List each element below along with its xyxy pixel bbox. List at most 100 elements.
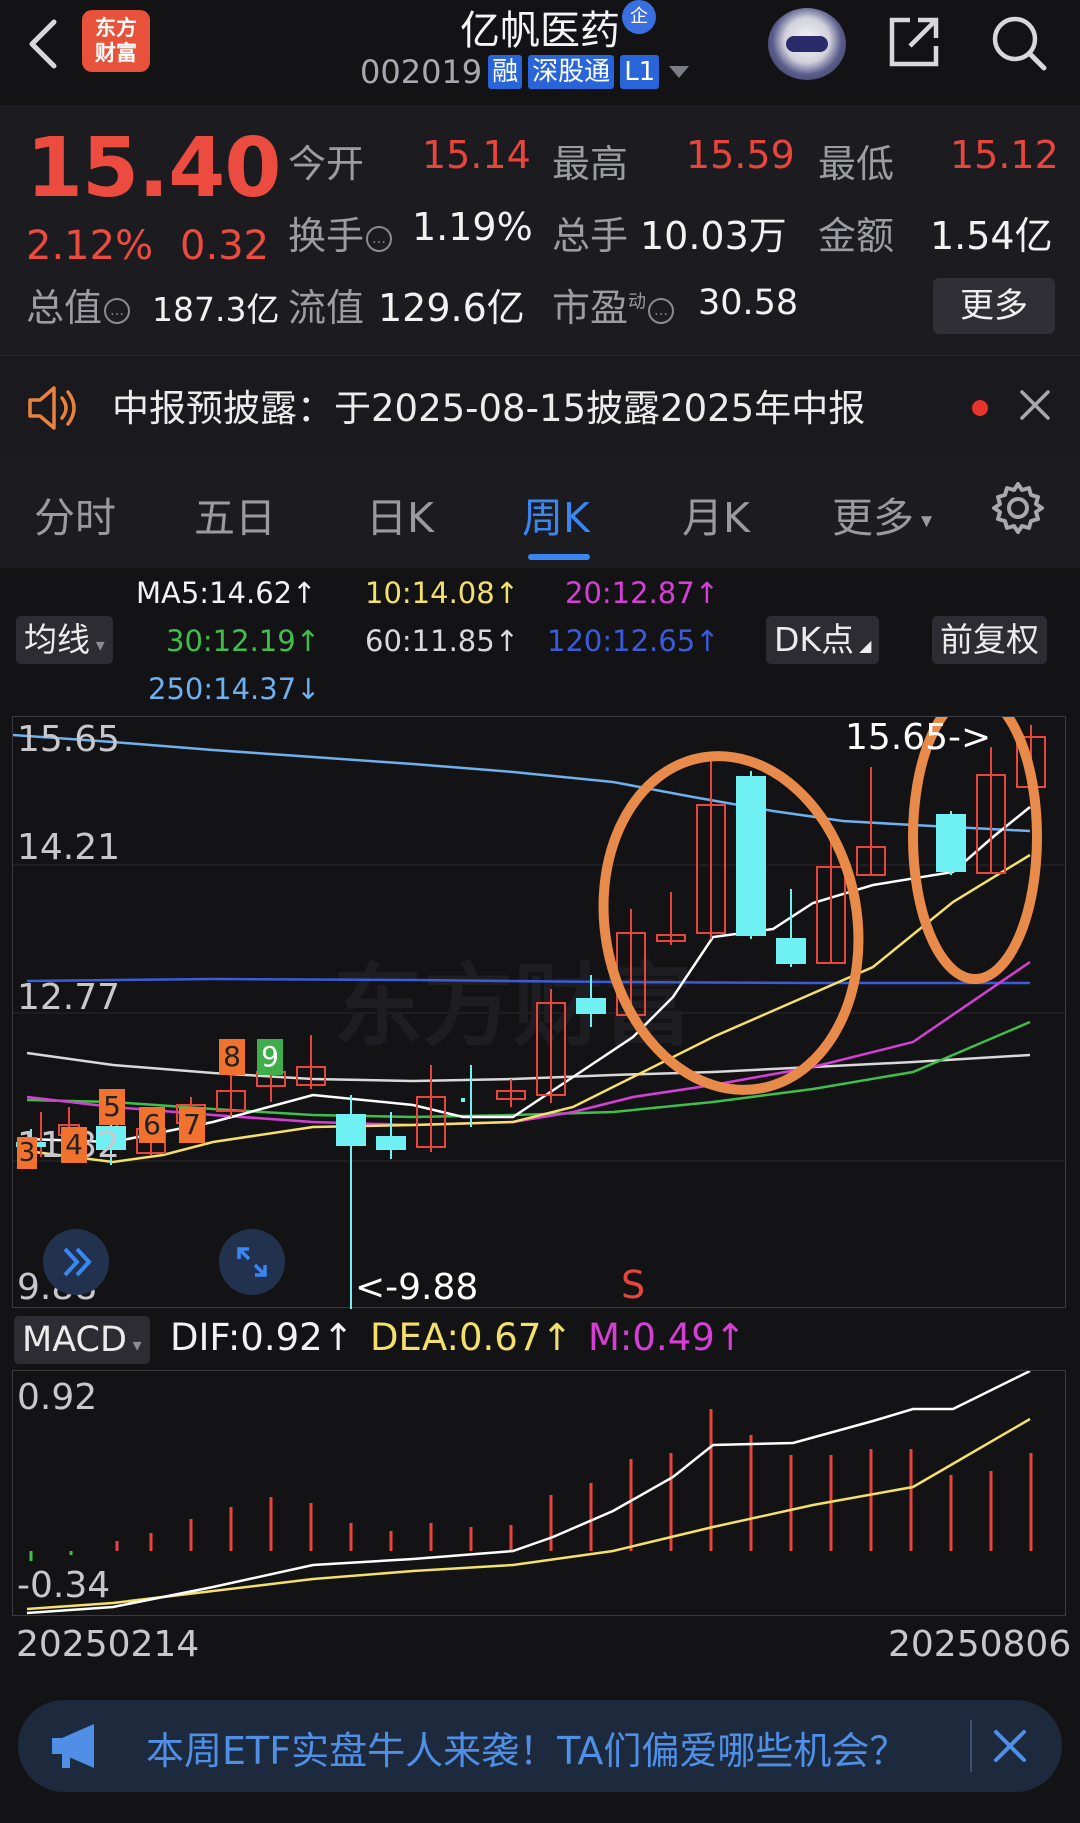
ma60-value: 60:11.85↑ <box>365 624 519 658</box>
macd-dea: DEA:0.67↑ <box>370 1316 573 1359</box>
min-price-marker: <-9.88 <box>355 1267 479 1308</box>
volume-label: 总手 <box>552 214 629 258</box>
macd-chart[interactable]: 0.92 -0.34 <box>12 1370 1066 1616</box>
ma20-value: 20:12.87↑ <box>565 576 719 610</box>
open-label: 今开 <box>288 142 365 186</box>
macd-axis-top: 0.92 <box>17 1377 98 1418</box>
macd-dif: DIF:0.92↑ <box>170 1316 354 1359</box>
assistant-robot-icon[interactable] <box>768 8 846 80</box>
ma30-value: 30:12.19↑ <box>166 624 320 658</box>
tab-intraday[interactable]: 分时 <box>34 484 116 544</box>
amount-label: 金额 <box>818 214 895 258</box>
high-label: 最高 <box>552 142 629 186</box>
promo-banner[interactable]: 本周ETF实盘牛人来袭！TA们偏爱哪些机会？ <box>18 1700 1062 1792</box>
watermark: 东方财富 <box>333 954 693 1059</box>
ma250-value: 250:14.37↓ <box>148 672 321 706</box>
date-start: 20250214 <box>16 1624 200 1665</box>
td-number: 5 <box>99 1089 125 1125</box>
date-end: 20250806 <box>888 1624 1072 1665</box>
tab-five-day[interactable]: 五日 <box>194 484 276 544</box>
info-icon[interactable]: … <box>104 297 131 324</box>
search-icon[interactable] <box>988 12 1050 74</box>
share-icon[interactable] <box>884 12 944 72</box>
sell-signal: S <box>621 1263 646 1307</box>
amount-value: 1.54亿 <box>930 214 1053 258</box>
unread-dot <box>972 400 988 416</box>
active-tab-indicator <box>528 554 590 560</box>
kline-chart[interactable]: 东方财富 15.65 14.21 12.77 3 4 5 6 7 8 9 15.… <box>12 716 1067 1309</box>
open-value: 15.14 <box>422 133 531 177</box>
dk-point-toggle[interactable]: DK点 ◢ <box>766 616 880 664</box>
low-label: 最低 <box>818 142 895 186</box>
expand-button[interactable] <box>43 1229 109 1295</box>
expand-arrows-icon <box>237 1247 267 1277</box>
market-cap-label: 总值… <box>26 277 131 332</box>
speaker-icon <box>28 386 76 430</box>
macd-histogram <box>115 1409 1033 1551</box>
y-axis-3: 12.77 <box>17 977 121 1018</box>
turnover-value: 1.19% <box>412 205 533 249</box>
enterprise-badge: 企 <box>622 0 656 34</box>
dea-line <box>26 1417 1031 1611</box>
info-icon[interactable]: … <box>366 225 393 252</box>
td-number: 3 <box>17 1137 37 1169</box>
td-number: 8 <box>219 1039 245 1075</box>
td-number: 6 <box>139 1107 165 1143</box>
stock-code-row[interactable]: 002019 融 深股通 L1 <box>360 52 690 92</box>
ma5-value: MA5:14.62↑ <box>136 576 317 610</box>
stock-code: 002019 <box>360 53 483 91</box>
fullscreen-button[interactable] <box>219 1229 285 1295</box>
pe-label: 市盈动… <box>552 277 675 332</box>
period-tabs: 分时 五日 日K 周K 月K 更多 ▾ <box>0 456 1080 568</box>
stock-name-text: 亿帆医药 <box>460 8 620 54</box>
tab-monthly-k[interactable]: 月K <box>682 484 750 544</box>
macd-m: M:0.49↑ <box>588 1316 746 1359</box>
chevron-down-icon <box>669 66 690 78</box>
ma10-value: 10:14.08↑ <box>365 576 519 610</box>
high-value: 15.59 <box>686 133 795 177</box>
info-icon[interactable]: … <box>648 297 675 324</box>
tab-daily-k[interactable]: 日K <box>366 484 434 544</box>
tag-connect: 深股通 <box>528 55 615 89</box>
megaphone-icon <box>52 1724 94 1768</box>
ma120-value: 120:12.65↑ <box>547 624 720 658</box>
max-price-marker: 15.65-> <box>845 717 992 758</box>
divider <box>970 1720 972 1772</box>
float-cap-label: 流值 <box>288 286 365 330</box>
ma-legend: MA5:14.62↑ 10:14.08↑ 20:12.87↑ 均线 ▾ 30:1… <box>0 568 1080 708</box>
volume-value: 10.03万 <box>640 214 787 258</box>
turnover-label: 换手… <box>288 205 393 260</box>
change-percent: 2.12% <box>26 223 154 269</box>
tab-weekly-k[interactable]: 周K <box>522 484 590 544</box>
tab-more[interactable]: 更多 ▾ <box>832 484 932 544</box>
quote-panel: 15.40 2.12% 0.32 今开 15.14 最高 15.59 最低 15… <box>0 105 1080 355</box>
td-number: 7 <box>179 1107 205 1143</box>
last-price: 15.40 <box>26 121 281 216</box>
change-amount: 0.32 <box>180 223 270 269</box>
promo-text: 本周ETF实盘牛人来袭！TA们偏爱哪些机会？ <box>146 1729 908 1773</box>
macd-axis-bottom: -0.34 <box>17 1565 111 1606</box>
float-cap-value: 129.6亿 <box>378 286 525 330</box>
notice-text: 中报预披露：于2025-08-15披露2025年中报 <box>112 387 866 430</box>
td-number: 4 <box>61 1127 87 1163</box>
gear-icon[interactable] <box>990 480 1046 536</box>
close-icon[interactable] <box>1016 386 1054 424</box>
td-number: 9 <box>257 1039 283 1075</box>
notice-bar[interactable]: 中报预披露：于2025-08-15披露2025年中报 <box>0 355 1080 456</box>
low-value: 15.12 <box>950 133 1059 177</box>
tag-level: L1 <box>620 55 660 89</box>
market-cap-value: 187.3亿 <box>152 290 280 329</box>
adjustment-toggle[interactable]: 前复权 <box>932 616 1047 664</box>
tag-margin: 融 <box>488 55 523 89</box>
y-axis-2: 14.21 <box>17 827 121 868</box>
y-axis-top: 15.65 <box>17 719 121 760</box>
indicator-selector[interactable]: MACD ▾ <box>14 1316 150 1364</box>
ma-selector[interactable]: 均线 ▾ <box>16 616 113 664</box>
double-chevron-right-icon <box>63 1247 92 1277</box>
close-icon[interactable] <box>988 1724 1032 1768</box>
pe-value: 30.58 <box>698 283 799 323</box>
macd-histogram-negative <box>29 1551 73 1561</box>
more-button[interactable]: 更多 <box>933 278 1055 334</box>
up-candles <box>40 725 1046 1157</box>
header: 东方 财富 亿帆医药 企 002019 融 深股通 L1 <box>0 0 1080 105</box>
